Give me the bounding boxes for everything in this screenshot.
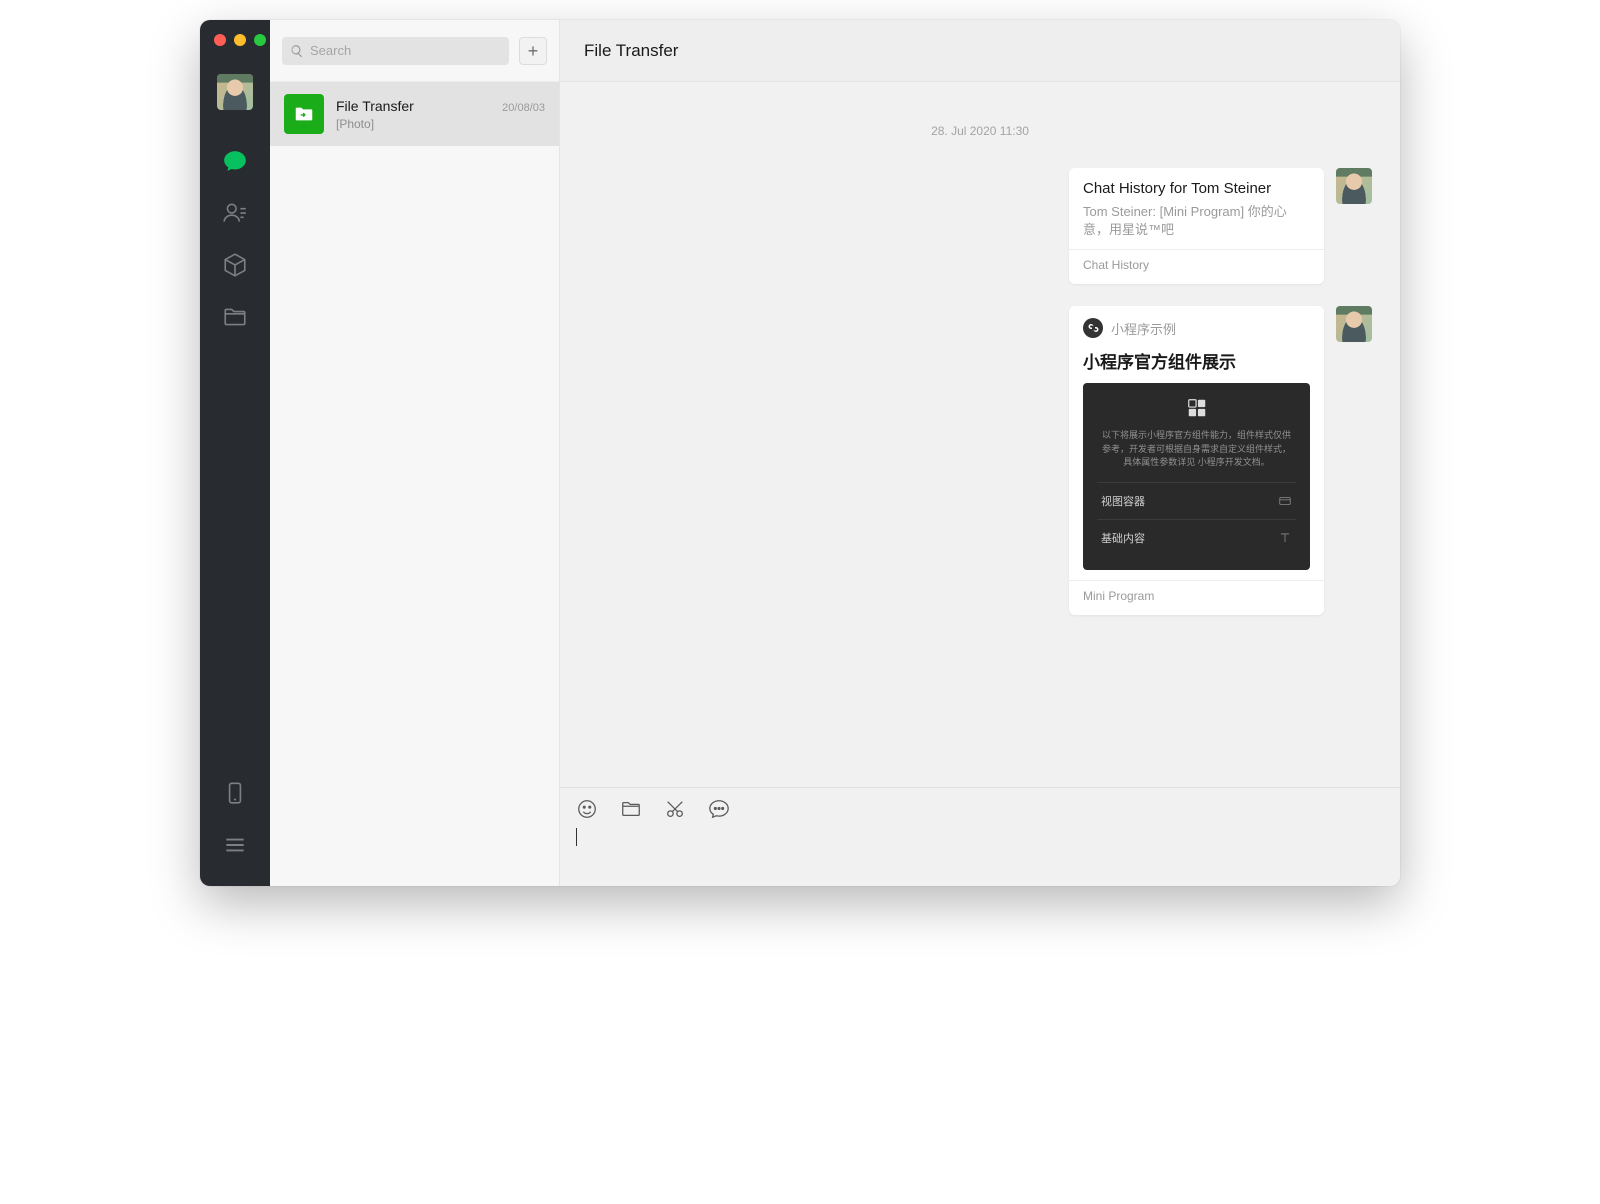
- card-subtitle: Tom Steiner: [Mini Program] 你的心意，用星说™吧: [1083, 203, 1310, 239]
- mini-program-row: 基础内容: [1097, 519, 1296, 556]
- search-icon: [290, 44, 304, 58]
- nav-phone[interactable]: [212, 770, 258, 816]
- chat-history-button[interactable]: [708, 798, 730, 820]
- nav-sidebar: [200, 20, 270, 886]
- nav-menu[interactable]: [212, 822, 258, 868]
- card-divider: [1069, 580, 1324, 581]
- mini-program-icon: [1087, 322, 1099, 334]
- card-title: Chat History for Tom Steiner: [1083, 180, 1310, 197]
- chat-body[interactable]: 28. Jul 2020 11:30 Chat History for Tom …: [560, 82, 1400, 787]
- search-field-wrap[interactable]: [282, 37, 509, 65]
- message-row: 小程序示例 小程序官方组件展示 以下将展示小程序官方组件能力，组件样式仅供参考，…: [588, 306, 1372, 615]
- chat-timestamp: 28. Jul 2020 11:30: [588, 124, 1372, 138]
- message-row: Chat History for Tom Steiner Tom Steiner…: [588, 168, 1372, 284]
- nav-files[interactable]: [212, 294, 258, 340]
- folder-arrow-icon: [293, 103, 315, 125]
- mini-program-preview: 以下将展示小程序官方组件能力，组件样式仅供参考，开发者可根据自身需求自定义组件样…: [1083, 383, 1310, 570]
- card-footer: Chat History: [1083, 258, 1310, 272]
- maximize-window-button[interactable]: [254, 34, 266, 46]
- card-divider: [1069, 249, 1324, 250]
- search-input[interactable]: [310, 43, 501, 58]
- close-window-button[interactable]: [214, 34, 226, 46]
- screenshot-button[interactable]: [664, 798, 686, 820]
- nav-favorites[interactable]: [212, 242, 258, 288]
- folder-icon: [222, 304, 248, 330]
- chat-input-section: [560, 787, 1400, 886]
- conversation-preview: [Photo]: [336, 117, 545, 131]
- conversation-list: + File Transfer 20/08/03 [Photo]: [270, 20, 560, 886]
- user-avatar[interactable]: [217, 74, 253, 110]
- scissors-icon: [664, 798, 686, 820]
- chat-bubble-icon: [222, 148, 248, 174]
- container-icon: [1278, 494, 1292, 508]
- mini-program-desc: 以下将展示小程序官方组件能力，组件样式仅供参考，开发者可根据自身需求自定义组件样…: [1097, 429, 1296, 470]
- folder-tool-icon: [620, 798, 642, 820]
- mini-program-name: 小程序示例: [1111, 319, 1176, 338]
- chat-history-card[interactable]: Chat History for Tom Steiner Tom Steiner…: [1069, 168, 1324, 284]
- menu-icon: [222, 832, 248, 858]
- file-button[interactable]: [620, 798, 642, 820]
- emoji-button[interactable]: [576, 798, 598, 820]
- chat-title: File Transfer: [584, 41, 678, 61]
- conversation-item[interactable]: File Transfer 20/08/03 [Photo]: [270, 82, 559, 146]
- add-button[interactable]: +: [519, 37, 547, 65]
- conversation-title: File Transfer: [336, 98, 414, 114]
- mini-program-logo: [1083, 318, 1103, 338]
- nav-contacts[interactable]: [212, 190, 258, 236]
- mini-program-row-label: 基础内容: [1101, 530, 1145, 546]
- text-input-cursor[interactable]: [576, 828, 577, 846]
- chat-header: File Transfer: [560, 20, 1400, 82]
- nav-chat[interactable]: [212, 138, 258, 184]
- message-avatar[interactable]: [1336, 168, 1372, 204]
- message-avatar[interactable]: [1336, 306, 1372, 342]
- conversation-avatar: [284, 94, 324, 134]
- card-footer: Mini Program: [1083, 589, 1310, 603]
- conversation-header: +: [270, 20, 559, 82]
- input-tools: [576, 798, 1384, 820]
- dots-bubble-icon: [708, 798, 730, 820]
- mini-program-card[interactable]: 小程序示例 小程序官方组件展示 以下将展示小程序官方组件能力，组件样式仅供参考，…: [1069, 306, 1324, 615]
- chat-area: File Transfer 28. Jul 2020 11:30 Chat Hi…: [560, 20, 1400, 886]
- conversation-date: 20/08/03: [502, 102, 545, 114]
- mini-program-row: 视图容器: [1097, 482, 1296, 519]
- contacts-icon: [222, 200, 248, 226]
- app-window: + File Transfer 20/08/03 [Photo] File Tr…: [200, 20, 1400, 886]
- window-controls: [214, 34, 266, 46]
- phone-icon: [222, 780, 248, 806]
- minimize-window-button[interactable]: [234, 34, 246, 46]
- mini-program-title: 小程序官方组件展示: [1083, 348, 1310, 373]
- mini-program-row-label: 视图容器: [1101, 493, 1145, 509]
- text-icon: [1278, 531, 1292, 545]
- grid-icon: [1186, 397, 1208, 419]
- cube-icon: [222, 252, 248, 278]
- smile-icon: [576, 798, 598, 820]
